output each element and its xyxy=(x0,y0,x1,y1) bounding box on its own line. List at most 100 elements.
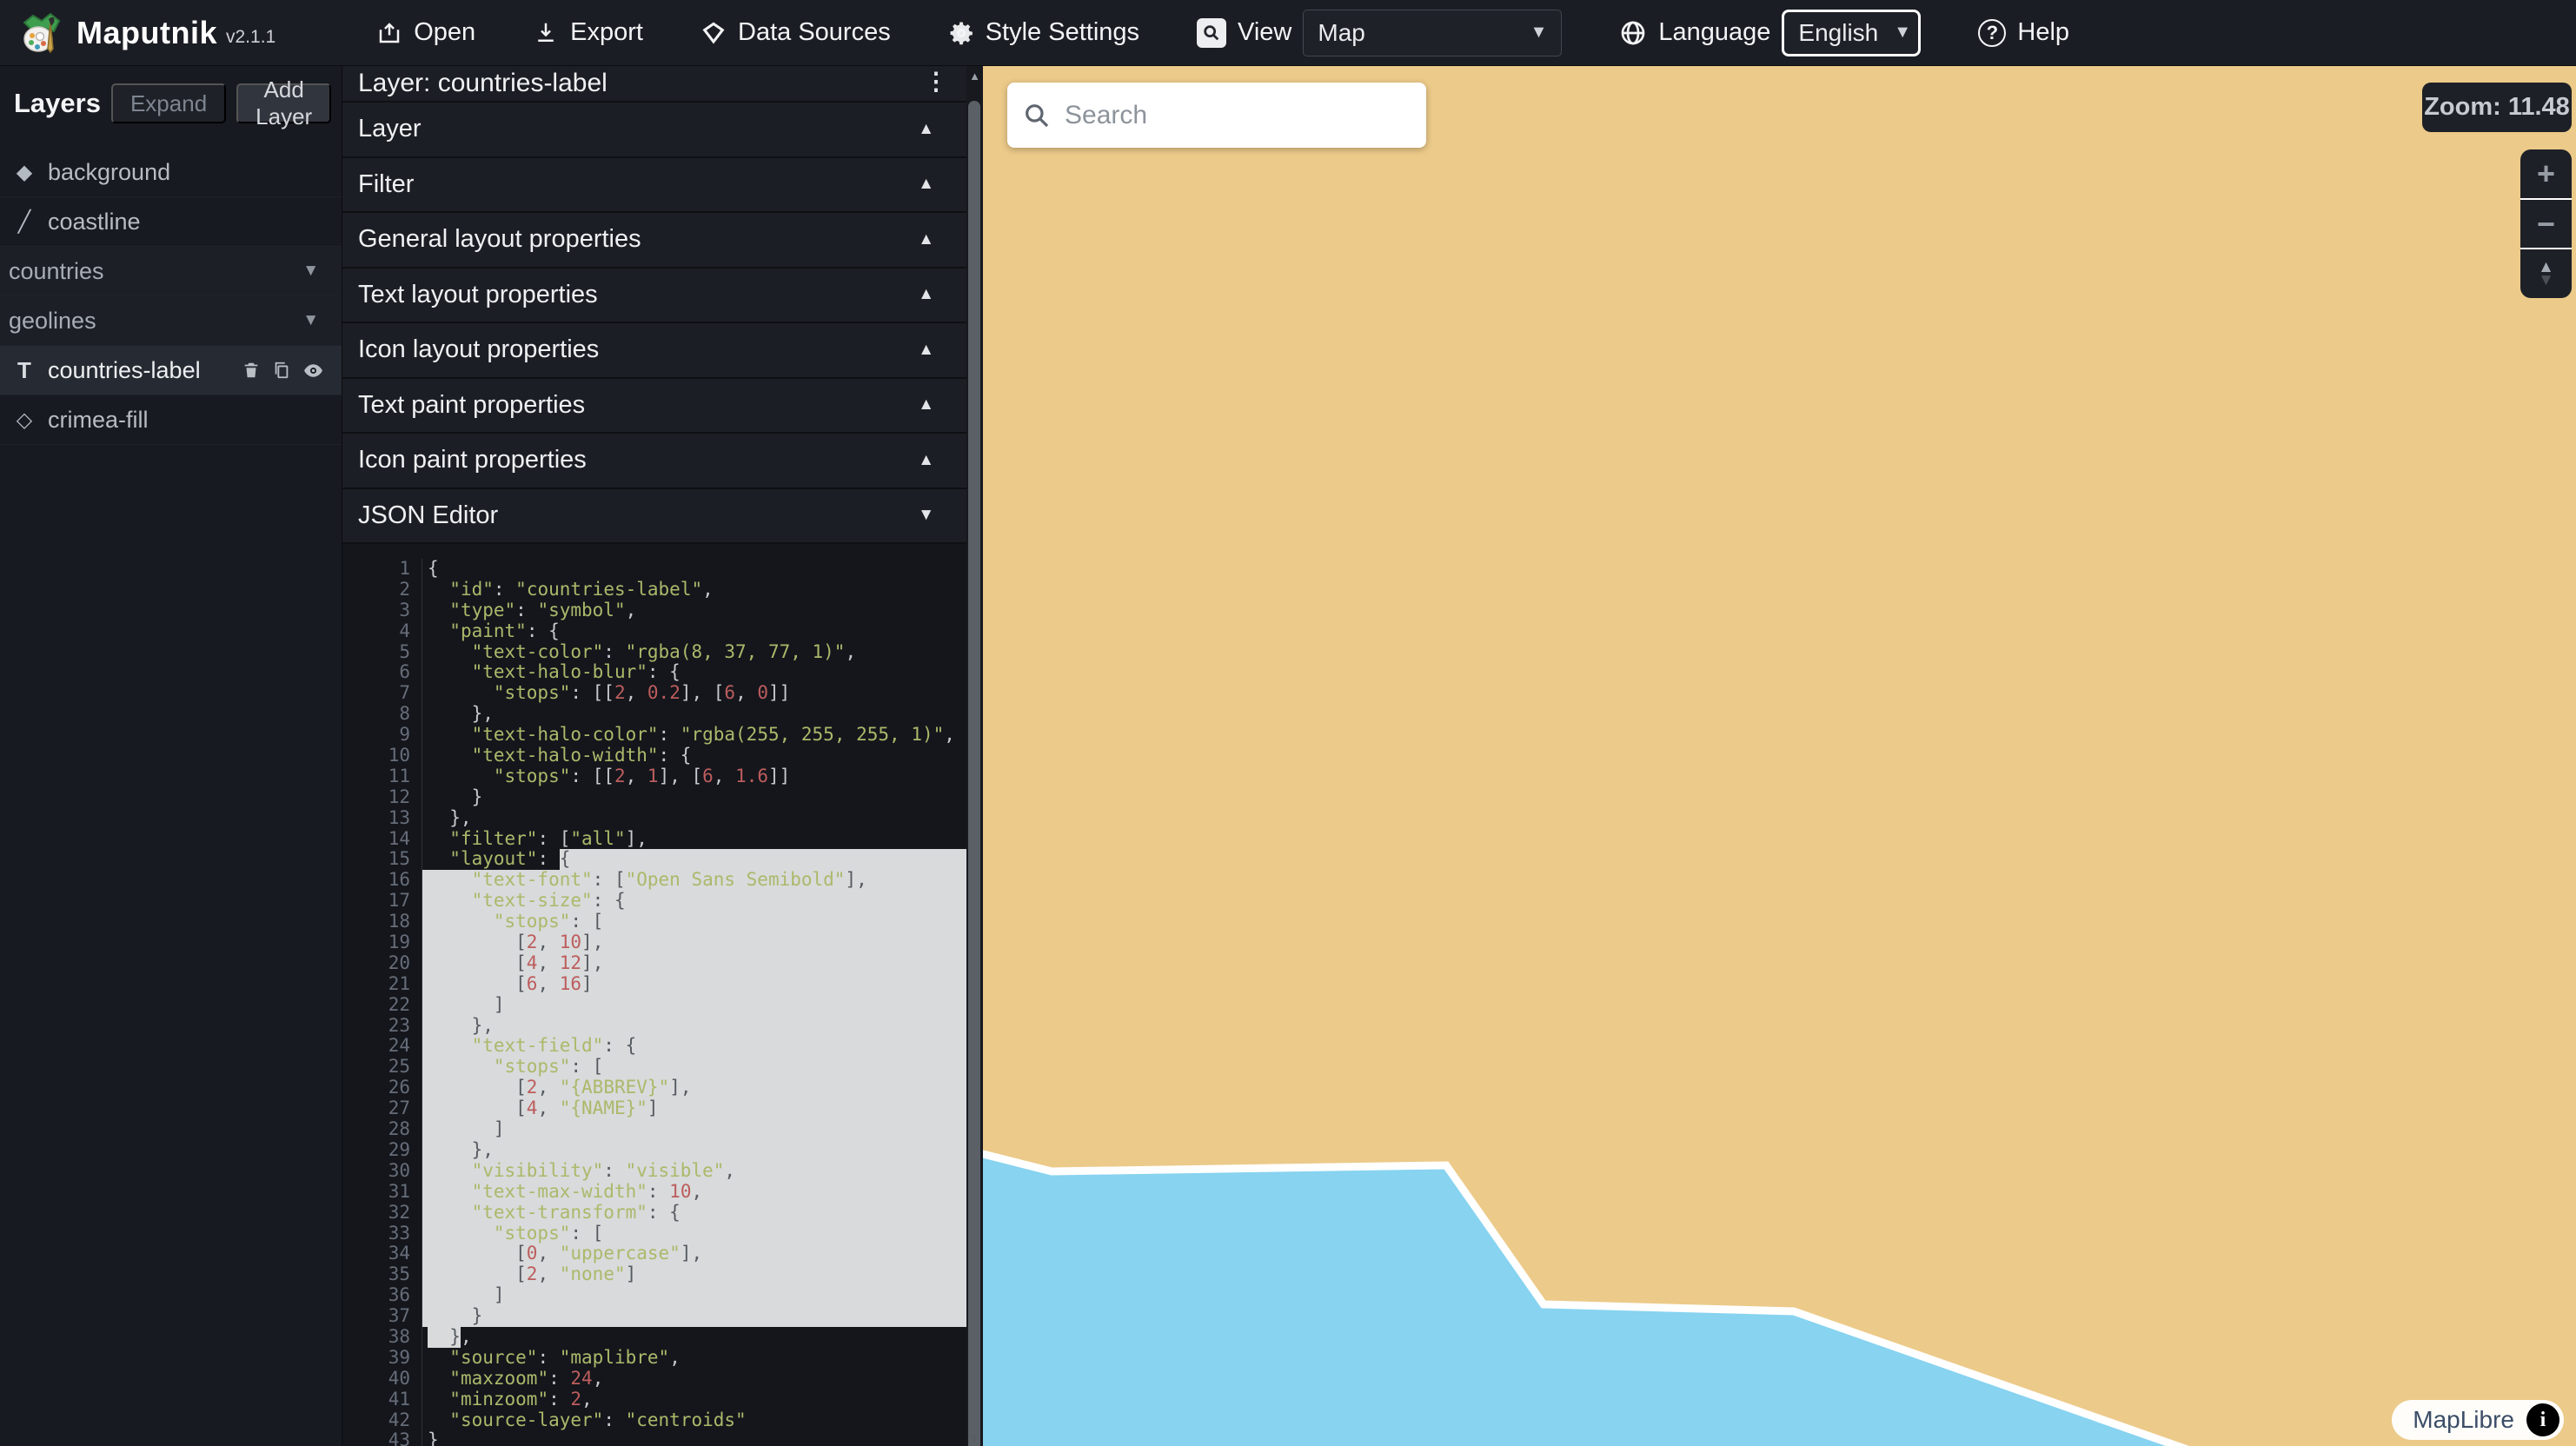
open-icon xyxy=(376,20,402,46)
scroll-down-icon[interactable]: ▼ xyxy=(966,1431,983,1444)
layer-item-crimea-fill[interactable]: ◇crimea-fill xyxy=(0,395,342,445)
section-icon-paint-properties[interactable]: Icon paint properties▲ xyxy=(342,434,983,489)
json-editor[interactable]: 1{2 "id": "countries-label",3 "type": "s… xyxy=(342,544,983,1446)
code-line: 38 }, xyxy=(342,1327,983,1348)
line-number: 22 xyxy=(342,995,422,1016)
info-icon[interactable]: i xyxy=(2526,1403,2559,1436)
section-general-layout-properties[interactable]: General layout properties▲ xyxy=(342,213,983,269)
line-number: 7 xyxy=(342,683,422,704)
delete-icon[interactable] xyxy=(242,361,261,380)
section-text-layout-properties[interactable]: Text layout properties▲ xyxy=(342,269,983,324)
inspector-sections: Layer▲Filter▲General layout properties▲T… xyxy=(342,103,983,544)
app-version: v2.1.1 xyxy=(226,18,276,48)
line-number: 30 xyxy=(342,1161,422,1182)
line-number: 38 xyxy=(342,1327,422,1348)
compass-button[interactable]: ▲▼ xyxy=(2520,248,2572,298)
scrollbar-thumb[interactable] xyxy=(968,101,980,1446)
globe-icon xyxy=(1619,19,1647,47)
kebab-menu-icon[interactable]: ⋮ xyxy=(924,67,967,101)
line-number: 2 xyxy=(342,580,422,600)
line-number: 31 xyxy=(342,1182,422,1203)
layer-group-geolines[interactable]: geolines▼ xyxy=(0,296,342,346)
chevron-up-icon: ▲ xyxy=(918,230,967,249)
code-line: 23 }, xyxy=(342,1016,983,1037)
section-text-paint-properties[interactable]: Text paint properties▲ xyxy=(342,379,983,434)
expand-button[interactable]: Expand xyxy=(111,83,226,123)
code-line: 28 ] xyxy=(342,1119,983,1140)
line-number: 41 xyxy=(342,1390,422,1410)
section-filter[interactable]: Filter▲ xyxy=(342,158,983,214)
line-number: 32 xyxy=(342,1203,422,1224)
line-number: 17 xyxy=(342,891,422,912)
search-icon xyxy=(1023,102,1051,129)
gear-icon xyxy=(948,20,974,46)
line-number: 4 xyxy=(342,621,422,642)
help-button[interactable]: ? Help xyxy=(1978,18,2069,47)
code-line: 36 ] xyxy=(342,1285,983,1306)
chevron-down-icon: ▼ xyxy=(302,262,329,281)
duplicate-icon[interactable] xyxy=(272,361,291,380)
section-label: Text layout properties xyxy=(358,281,918,309)
code-line: 24 "text-field": { xyxy=(342,1036,983,1057)
zoom-in-button[interactable]: + xyxy=(2520,149,2572,198)
line-number: 40 xyxy=(342,1369,422,1390)
layer-item-background[interactable]: ◆background xyxy=(0,148,342,197)
search-input[interactable] xyxy=(1065,101,1411,130)
open-button[interactable]: Open xyxy=(376,18,475,47)
view-icon xyxy=(1197,18,1226,48)
line-number: 42 xyxy=(342,1410,422,1431)
data-sources-button[interactable]: Data Sources xyxy=(700,18,891,47)
scroll-up-icon[interactable]: ▲ xyxy=(966,70,983,83)
view-menu: View Map ▼ xyxy=(1197,10,1562,56)
add-layer-button[interactable]: Add Layer xyxy=(236,83,331,123)
zoom-out-button[interactable]: − xyxy=(2520,198,2572,249)
help-icon: ? xyxy=(1978,19,2006,47)
attribution-link[interactable]: MapLibre xyxy=(2413,1406,2514,1434)
view-select[interactable]: Map ▼ xyxy=(1303,10,1562,56)
inspector-scrollbar[interactable]: ▲ ▼ xyxy=(966,66,983,1446)
inspector-header: Layer: countries-label ⋮ xyxy=(342,66,983,103)
code-line: 10 "text-halo-width": { xyxy=(342,746,983,766)
chevron-up-icon: ▲ xyxy=(918,341,967,360)
top-bar: Maputnik v2.1.1 Open Export xyxy=(0,0,2576,66)
section-label: Filter xyxy=(358,170,918,199)
layer-item-label: background xyxy=(48,159,329,186)
inspector-title: Layer: countries-label xyxy=(358,69,924,98)
code-line: 2 "id": "countries-label", xyxy=(342,580,983,600)
layer-list: ◆background╱coastlinecountries▼geolines▼… xyxy=(0,148,342,445)
line-number: 35 xyxy=(342,1264,422,1285)
code-line: 14 "filter": ["all"], xyxy=(342,829,983,850)
visibility-icon[interactable] xyxy=(302,360,324,381)
layer-group-countries[interactable]: countries▼ xyxy=(0,247,342,296)
section-layer[interactable]: Layer▲ xyxy=(342,103,983,158)
layer-item-countries-label[interactable]: Tcountries-label xyxy=(0,346,342,395)
chevron-up-icon: ▲ xyxy=(918,120,967,139)
layer-item-coastline[interactable]: ╱coastline xyxy=(0,197,342,247)
layer-group-label: geolines xyxy=(9,308,302,335)
line-number: 18 xyxy=(342,912,422,932)
map-view[interactable]: Zoom: 11.48 + − ▲▼ MapLibre i xyxy=(983,66,2576,1446)
section-json-editor[interactable]: JSON Editor▼ xyxy=(342,489,983,545)
line-number: 19 xyxy=(342,932,422,953)
data-sources-icon xyxy=(700,20,727,46)
export-button[interactable]: Export xyxy=(533,18,643,47)
layer-item-label: crimea-fill xyxy=(48,407,329,434)
line-number: 25 xyxy=(342,1057,422,1078)
style-settings-button[interactable]: Style Settings xyxy=(948,18,1139,47)
line-number: 16 xyxy=(342,870,422,891)
code-line: 43} xyxy=(342,1430,983,1446)
chevron-down-icon: ▼ xyxy=(918,506,967,525)
code-line: 3 "type": "symbol", xyxy=(342,600,983,621)
section-icon-layout-properties[interactable]: Icon layout properties▲ xyxy=(342,323,983,379)
code-line: 22 ] xyxy=(342,995,983,1016)
code-line: 5 "text-color": "rgba(8, 37, 77, 1)", xyxy=(342,642,983,663)
language-select[interactable]: English ▼ xyxy=(1782,10,1921,56)
code-line: 20 [4, 12], xyxy=(342,953,983,974)
line-number: 23 xyxy=(342,1016,422,1037)
code-line: 11 "stops": [[2, 1], [6, 1.6]] xyxy=(342,766,983,787)
code-line: 33 "stops": [ xyxy=(342,1224,983,1244)
code-line: 6 "text-halo-blur": { xyxy=(342,662,983,683)
line-number: 15 xyxy=(342,849,422,870)
line-number: 9 xyxy=(342,725,422,746)
line-number: 10 xyxy=(342,746,422,766)
